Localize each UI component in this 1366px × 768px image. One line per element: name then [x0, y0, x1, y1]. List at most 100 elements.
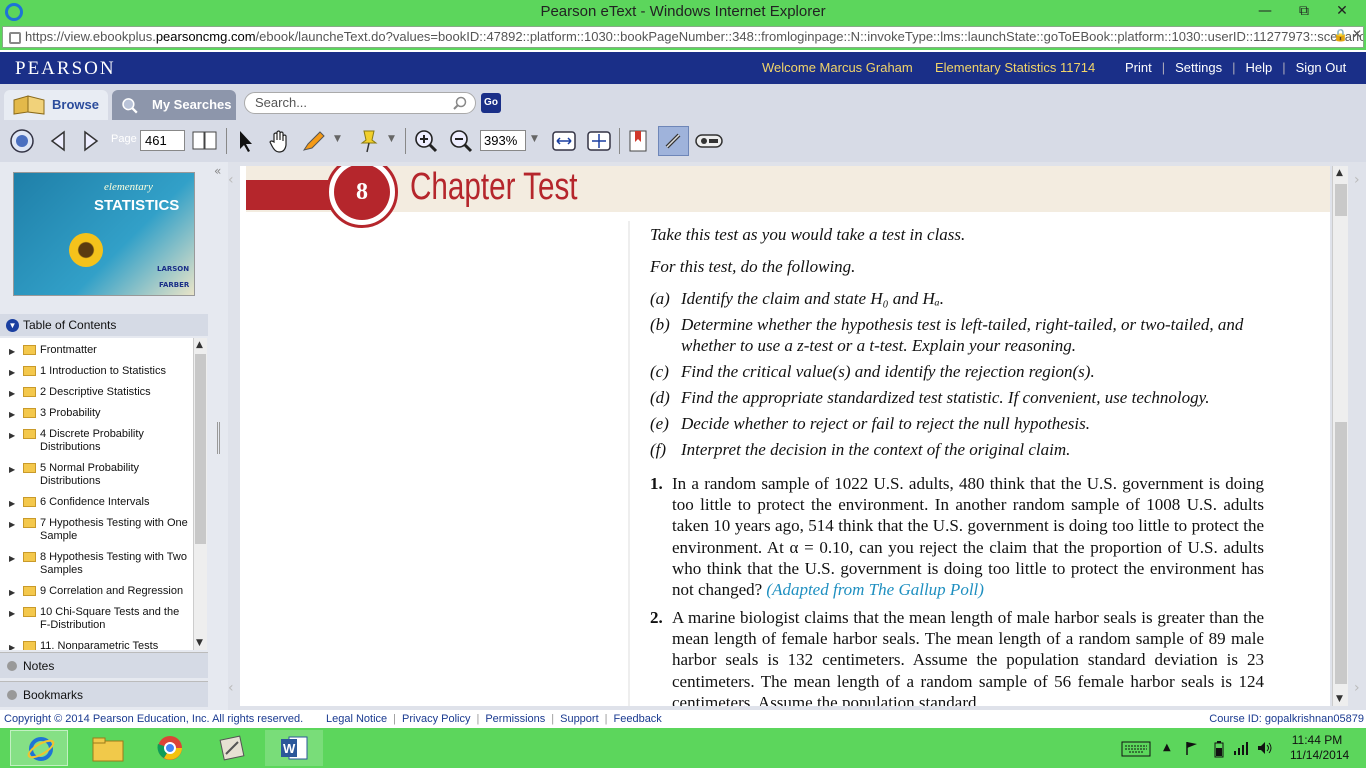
scroll-up-icon[interactable]: ▲ — [1336, 168, 1343, 178]
expand-arrow-icon[interactable]: ▶ — [9, 408, 15, 421]
toc-scrollbar[interactable]: ▲ ▼ — [193, 338, 207, 650]
previous-page-icon[interactable] — [44, 128, 72, 154]
sticky-note-pin-icon[interactable] — [354, 128, 382, 154]
zoom-in-icon[interactable] — [412, 128, 440, 154]
network-signal-icon[interactable] — [1233, 740, 1249, 756]
two-page-view-icon[interactable] — [191, 128, 219, 154]
keyboard-icon[interactable] — [1121, 741, 1151, 757]
toc-item[interactable]: ▶ 10 Chi-Square Tests and the F-Distributi… — [0, 606, 193, 632]
prev-arrow-icon[interactable]: ‹ — [228, 680, 234, 696]
scroll-up-icon[interactable]: ▲ — [196, 340, 203, 350]
help-link[interactable]: Help — [1246, 60, 1273, 75]
taskbar-app[interactable] — [202, 730, 260, 766]
sign-out-link[interactable]: Sign Out — [1296, 60, 1347, 75]
hand-tool-icon[interactable] — [266, 128, 294, 154]
notes-panel[interactable]: Notes — [0, 652, 208, 678]
toc-item[interactable]: ▶ 9 Correlation and Regression — [0, 585, 193, 598]
toc-item[interactable]: ▶ 8 Hypothesis Testing with Two Samples — [0, 551, 193, 577]
tab-my-searches[interactable]: My Searches — [112, 90, 236, 120]
select-arrow-icon[interactable] — [232, 128, 260, 154]
toc-item[interactable]: ▶ 3 Probability — [0, 407, 193, 420]
system-clock[interactable]: 11:44 PM 11/14/2014 — [1290, 733, 1349, 763]
support-link[interactable]: Support — [560, 713, 599, 725]
expand-arrow-icon[interactable]: ▶ — [9, 497, 15, 510]
toc-header[interactable]: ▼ Table of Contents — [0, 314, 208, 336]
action-center-flag-icon[interactable] — [1184, 740, 1200, 756]
legal-notice-link[interactable]: Legal Notice — [326, 713, 387, 725]
refresh-icon[interactable]: ✕ — [1352, 27, 1362, 41]
prev-arrow-icon[interactable]: ‹ — [228, 172, 234, 188]
permissions-link[interactable]: Permissions — [485, 713, 545, 725]
close-button[interactable]: ✕ — [1322, 0, 1362, 22]
collapse-sidebar-icon[interactable]: « — [214, 164, 221, 178]
expand-arrow-icon[interactable]: ▶ — [9, 607, 15, 620]
taskbar-chrome[interactable] — [141, 730, 199, 766]
page-number-input[interactable]: 461 — [140, 130, 185, 151]
bookmark-icon[interactable] — [625, 128, 653, 154]
presentation-mode-icon[interactable] — [694, 128, 724, 154]
note-dropdown-icon[interactable]: ▼ — [388, 134, 395, 144]
book-cover[interactable]: elementary STATISTICS LARSON FARBER — [13, 172, 195, 296]
scroll-down-icon[interactable]: ▼ — [196, 638, 203, 648]
taskbar-word[interactable]: W — [265, 730, 323, 766]
toc-item[interactable]: ▶ 11. Nonparametric Tests — [0, 640, 193, 650]
links-toggle[interactable] — [658, 126, 689, 156]
toc-home-icon[interactable] — [8, 128, 36, 154]
scroll-down-icon[interactable]: ▼ — [1336, 694, 1343, 704]
toc-item[interactable]: ▶ Frontmatter — [0, 344, 193, 357]
page-scrollbar[interactable]: ▲ ▼ — [1332, 166, 1348, 706]
toc-item[interactable]: ▶ 2 Descriptive Statistics — [0, 386, 193, 399]
next-arrow-icon[interactable]: › — [1354, 680, 1360, 696]
settings-link[interactable]: Settings — [1175, 60, 1222, 75]
lock-icon[interactable]: 🔒 — [1333, 28, 1348, 42]
toc-scroll-thumb[interactable] — [195, 354, 206, 544]
print-link[interactable]: Print — [1125, 60, 1152, 75]
bookmarks-panel[interactable]: Bookmarks — [0, 681, 208, 707]
feedback-link[interactable]: Feedback — [614, 713, 662, 725]
zoom-dropdown-icon[interactable]: ▼ — [531, 134, 538, 144]
maximize-button[interactable]: ⧉ — [1284, 0, 1324, 22]
url-field[interactable]: https://view.ebookplus.pearsoncmg.com/eb… — [2, 26, 1364, 48]
search-icon[interactable] — [453, 96, 467, 110]
expand-arrow-icon[interactable]: ▶ — [9, 641, 15, 650]
toc-item[interactable]: ▶ 1 Introduction to Statistics — [0, 365, 193, 378]
folder-icon — [23, 607, 36, 617]
highlighter-dropdown-icon[interactable]: ▼ — [334, 134, 341, 144]
privacy-policy-link[interactable]: Privacy Policy — [402, 713, 470, 725]
question-source: (Adapted from The Gallup Poll) — [766, 580, 984, 600]
fit-page-icon[interactable] — [585, 128, 613, 154]
minimize-button[interactable]: — — [1245, 0, 1285, 22]
zoom-level-input[interactable]: 393% — [480, 130, 526, 151]
expand-arrow-icon[interactable]: ▶ — [9, 345, 15, 358]
fit-width-icon[interactable] — [550, 128, 578, 154]
search-go-button[interactable]: Go — [481, 93, 501, 113]
show-hidden-icons[interactable]: ▲ — [1163, 742, 1171, 753]
step-text: Identify the claim and state H₀ and Hₐ. — [681, 289, 945, 308]
search-input[interactable]: Search... — [244, 92, 476, 114]
taskbar-ie[interactable] — [10, 730, 68, 766]
expand-arrow-icon[interactable]: ▶ — [9, 586, 15, 599]
toc-item[interactable]: ▶ 4 Discrete Probability Distributions — [0, 428, 193, 454]
highlighter-icon[interactable] — [300, 128, 328, 154]
page-scroll-thumb[interactable] — [1335, 184, 1347, 216]
toc-item[interactable]: ▶ 5 Normal Probability Distributions — [0, 462, 193, 488]
page-scroll-track[interactable] — [1335, 422, 1347, 684]
course-title[interactable]: Elementary Statistics 11714 — [935, 60, 1095, 75]
expand-arrow-icon[interactable]: ▶ — [9, 518, 15, 531]
toc-item[interactable]: ▶ 7 Hypothesis Testing with One Sample — [0, 517, 193, 543]
expand-arrow-icon[interactable]: ▶ — [9, 463, 15, 476]
expand-arrow-icon[interactable]: ▶ — [9, 429, 15, 442]
zoom-out-icon[interactable] — [447, 128, 475, 154]
tab-browse[interactable]: Browse — [4, 90, 108, 120]
sidebar-splitter[interactable]: « — [208, 162, 228, 710]
taskbar-file-explorer[interactable] — [78, 730, 136, 766]
volume-icon[interactable] — [1256, 740, 1274, 756]
next-page-icon[interactable] — [77, 128, 105, 154]
toc-item[interactable]: ▶ 6 Confidence Intervals — [0, 496, 193, 509]
expand-arrow-icon[interactable]: ▶ — [9, 552, 15, 565]
splitter-grip[interactable] — [217, 422, 220, 454]
expand-arrow-icon[interactable]: ▶ — [9, 366, 15, 379]
next-arrow-icon[interactable]: › — [1354, 172, 1360, 188]
expand-arrow-icon[interactable]: ▶ — [9, 387, 15, 400]
battery-icon[interactable] — [1212, 740, 1226, 758]
